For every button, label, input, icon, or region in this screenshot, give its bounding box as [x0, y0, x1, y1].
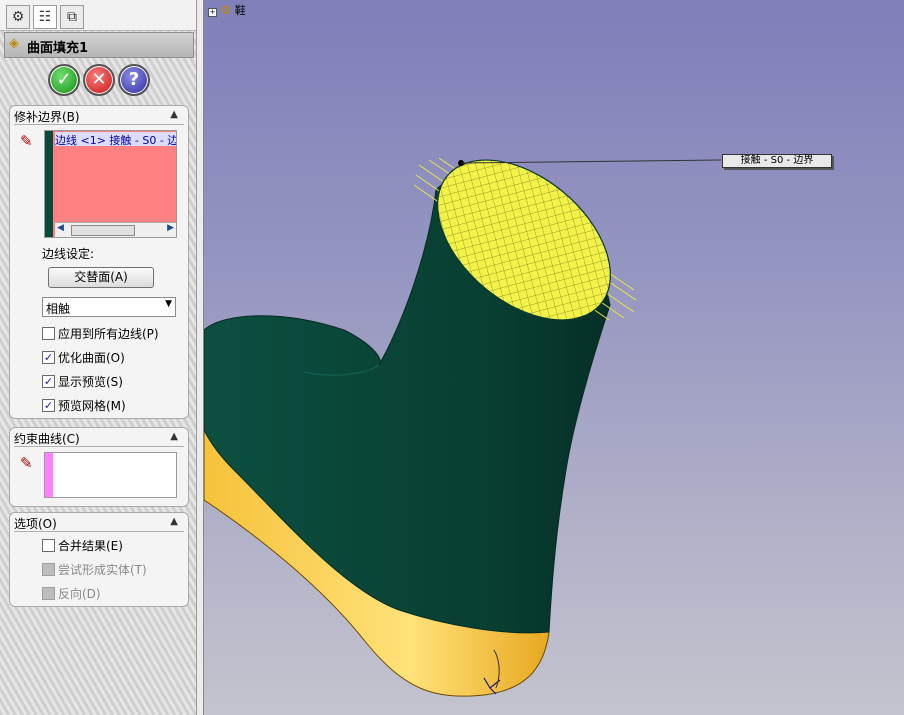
chevron-down-icon[interactable]: ▼ — [165, 299, 172, 309]
constraint-curves-group: 约束曲线(C) ▲ ✎ — [9, 427, 189, 507]
checkbox-box-checked[interactable]: ✓ — [42, 351, 55, 364]
edge-settings-label: 边线设定: — [42, 247, 95, 261]
checkbox-label: 尝试形成实体(T) — [58, 563, 147, 577]
condition-select-value: 相触 — [46, 302, 71, 316]
group-divider — [14, 531, 184, 532]
collapse-up-icon[interactable]: ▲ — [170, 516, 178, 527]
checkbox-label: 反向(D) — [58, 587, 101, 601]
panel-splitter[interactable] — [197, 0, 204, 715]
condition-select[interactable]: 相触 ▼ — [42, 297, 176, 317]
graphics-viewport[interactable]: + ⚙ 鞋 接触 - S0 - 边界 — [204, 0, 904, 715]
feature-title-bar: ◈ 曲面填充1 — [4, 32, 194, 58]
boundary-edge-list[interactable]: 边线 <1> 接触 - S0 - 边界 ◀ ▶ — [44, 130, 177, 238]
property-manager-icon: ☷ — [38, 9, 52, 25]
edge-selection-icon: ✎ — [20, 132, 33, 150]
manager-tabbar: ⚙ ☷ ⧉ — [0, 0, 196, 31]
checkbox-label: 应用到所有边线(P) — [58, 327, 159, 341]
options-header[interactable]: 选项(O) — [14, 515, 57, 532]
fill-surface-icon: ◈ — [9, 36, 19, 51]
boot-model[interactable] — [204, 0, 904, 715]
constraint-color-bar — [45, 453, 53, 497]
configuration-manager-tab[interactable]: ⧉ — [60, 5, 84, 29]
checkbox-box-disabled — [42, 563, 55, 576]
checkbox-box-disabled — [42, 587, 55, 600]
feature-title: 曲面填充1 — [27, 41, 89, 56]
checkbox-box[interactable] — [42, 327, 55, 340]
checkbox-label: 合并结果(E) — [58, 539, 123, 553]
property-manager-panel: ⚙ ☷ ⧉ ◈ 曲面填充1 ✓ ✕ ? 修补边界(B) ▲ ✎ 边线 <1> 接… — [0, 0, 197, 715]
collapse-up-icon[interactable]: ▲ — [170, 109, 178, 120]
cancel-button[interactable]: ✕ — [83, 64, 115, 96]
constraint-curve-list[interactable] — [44, 452, 177, 498]
property-manager-tab[interactable]: ☷ — [33, 5, 57, 29]
alternate-face-button[interactable]: 交替面(A) — [48, 267, 154, 288]
group-divider — [14, 124, 184, 125]
configuration-manager-icon: ⧉ — [67, 9, 77, 25]
boundary-list-item[interactable]: 边线 <1> 接触 - S0 - 边界 — [55, 132, 176, 146]
group-divider — [14, 446, 184, 447]
patch-boundary-group: 修补边界(B) ▲ ✎ 边线 <1> 接触 - S0 - 边界 ◀ ▶ 边线设定… — [9, 105, 189, 419]
boundary-callout[interactable]: 接触 - S0 - 边界 — [722, 154, 832, 168]
collapse-up-icon[interactable]: ▲ — [170, 431, 178, 442]
checkbox-label: 优化曲面(O) — [58, 351, 125, 365]
feature-manager-tab[interactable]: ⚙ — [6, 5, 30, 29]
options-group: 选项(O) ▲ 合并结果(E) 尝试形成实体(T) 反向(D) — [9, 512, 189, 607]
patch-boundary-header[interactable]: 修补边界(B) — [14, 108, 80, 125]
checkbox-label: 显示预览(S) — [58, 375, 123, 389]
scroll-right-icon[interactable]: ▶ — [167, 223, 174, 233]
scroll-left-icon[interactable]: ◀ — [57, 223, 64, 233]
curve-selection-icon: ✎ — [20, 454, 33, 472]
checkbox-box[interactable] — [42, 539, 55, 552]
ok-button[interactable]: ✓ — [48, 64, 80, 96]
feature-manager-icon: ⚙ — [11, 9, 25, 25]
checkbox-box-checked[interactable]: ✓ — [42, 375, 55, 388]
checkbox-box-checked[interactable]: ✓ — [42, 399, 55, 412]
boundary-color-bar — [45, 131, 53, 237]
constraint-curves-header[interactable]: 约束曲线(C) — [14, 430, 80, 447]
checkbox-label: 预览网格(M) — [58, 399, 126, 413]
scroll-thumb[interactable] — [71, 225, 135, 236]
help-button[interactable]: ? — [118, 64, 150, 96]
list-horizontal-scrollbar[interactable]: ◀ ▶ — [55, 222, 176, 237]
